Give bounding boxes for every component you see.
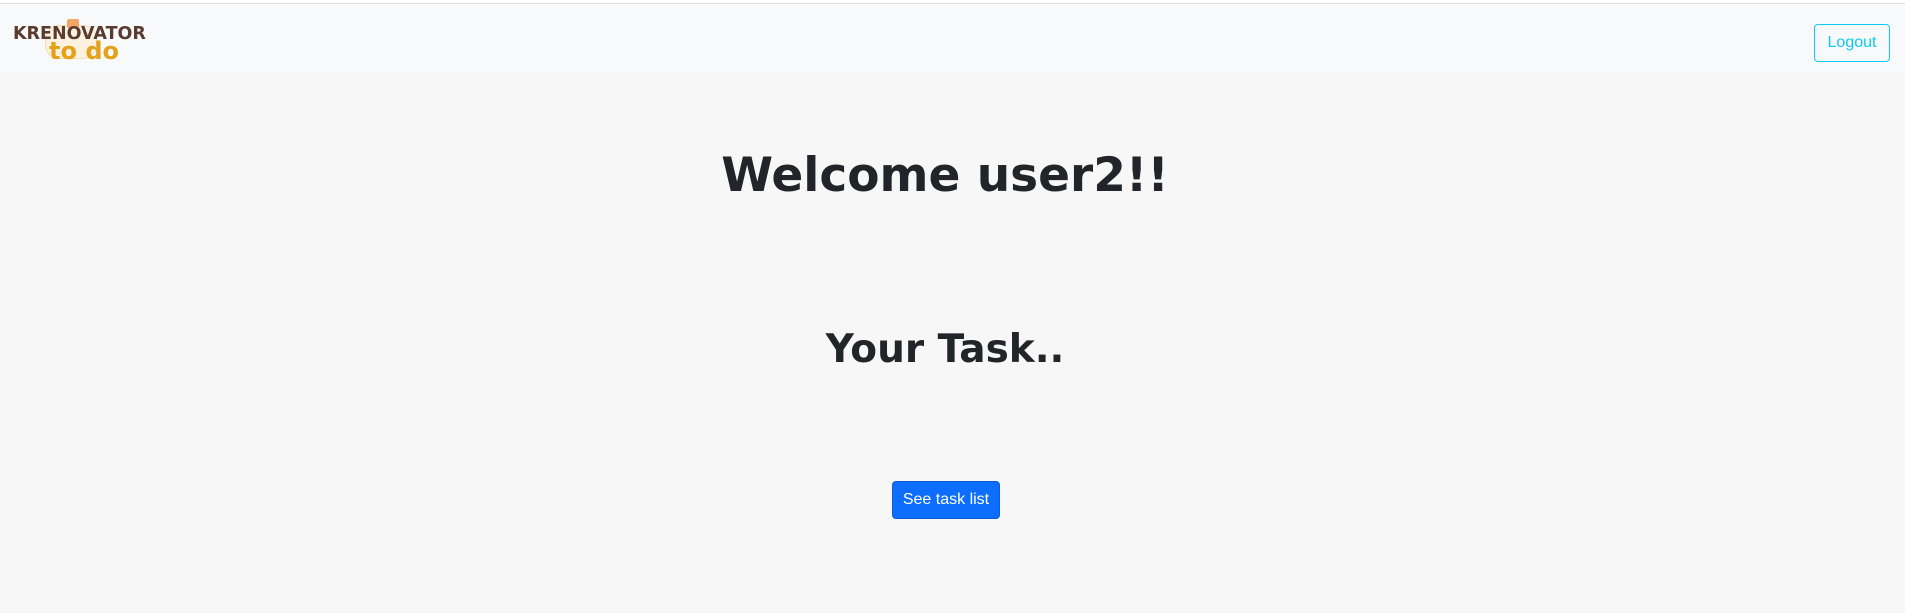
welcome-heading: Welcome user2!! [721, 148, 1169, 203]
logo-subtitle: to do [49, 37, 119, 65]
logo[interactable]: KRENOVATOR to do [13, 17, 149, 65]
navbar: KRENOVATOR to do Logout [0, 3, 1905, 73]
see-task-list-button[interactable]: See task list [892, 481, 1000, 519]
task-heading: Your Task.. [825, 327, 1065, 372]
page: KRENOVATOR to do Logout Welcome user2!! … [0, 0, 1905, 613]
logout-button[interactable]: Logout [1814, 24, 1890, 62]
main-content: Welcome user2!! Your Task.. See task lis… [0, 73, 1905, 613]
